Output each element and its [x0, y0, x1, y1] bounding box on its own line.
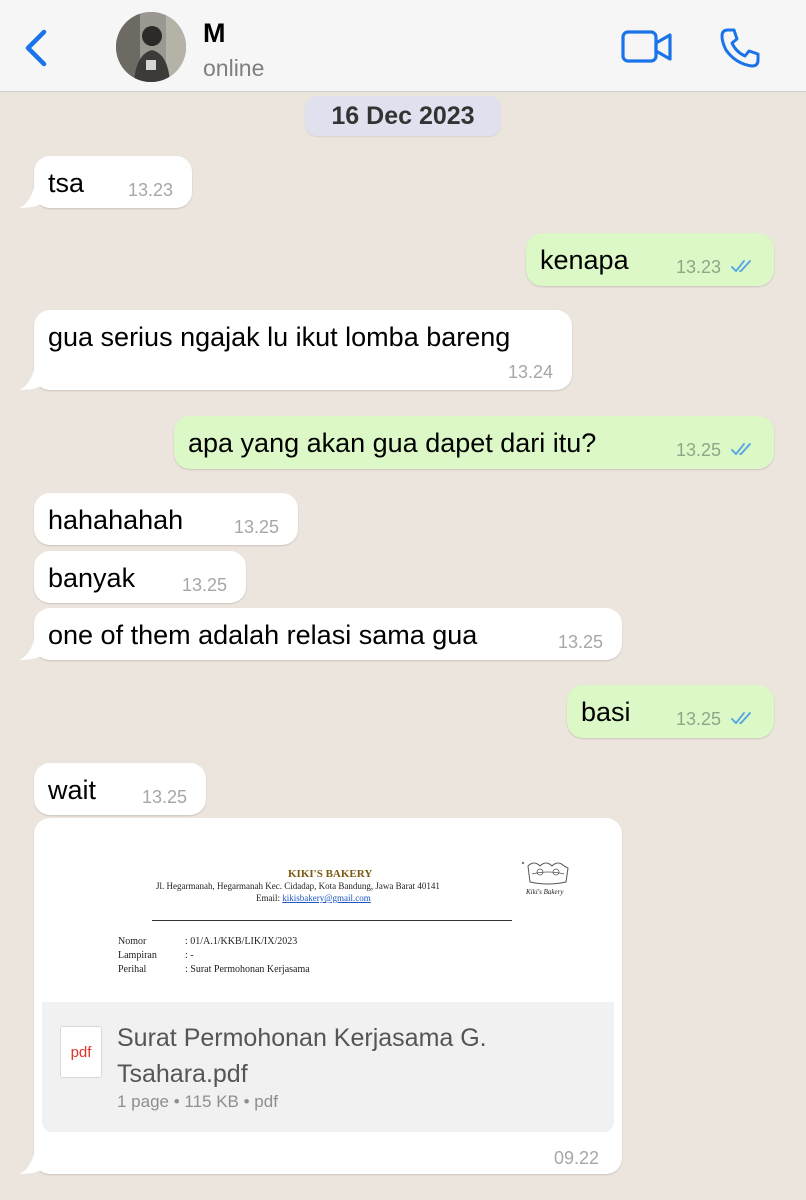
- letter-field-value: : 01/A.1/KKB/LIK/IX/2023: [185, 936, 298, 947]
- message-time: 13.24: [508, 362, 554, 382]
- message-time: 13.25: [676, 709, 722, 729]
- letter-email: kikisbakery@gmail.com: [282, 893, 371, 903]
- back-button[interactable]: [20, 26, 54, 70]
- message-time: 13.25: [234, 517, 280, 537]
- letter-address: Jl. Hegarmanah, Hegarmanah Kec. Cidadap,…: [156, 881, 440, 891]
- letter-email-label: Email:: [256, 893, 280, 903]
- pdf-file-icon: pdf: [60, 1026, 102, 1078]
- phone-icon: [720, 28, 760, 68]
- message-time: 13.23: [676, 257, 722, 277]
- message-text: tsa: [48, 168, 85, 198]
- message-text: one of them adalah relasi sama gua: [48, 620, 478, 650]
- contact-status: online: [203, 55, 265, 81]
- chevron-left-icon: [25, 29, 47, 67]
- message-time: 13.25: [558, 632, 604, 652]
- date-separator: 16 Dec 2023: [305, 96, 501, 136]
- letter-field-value: : -: [185, 950, 194, 961]
- message-text: basi: [581, 697, 631, 727]
- double-check-icon: [731, 712, 751, 725]
- message-text: hahahahah: [48, 505, 184, 535]
- contact-name[interactable]: M: [203, 18, 226, 49]
- document-file-info[interactable]: pdf Surat Permohonan Kerjasama G. Tsahar…: [42, 1002, 614, 1132]
- double-check-icon: [731, 443, 751, 456]
- voice-call-button[interactable]: [718, 26, 762, 70]
- bubble-tail: [20, 640, 42, 660]
- file-meta: 1 page • 115 KB • pdf: [117, 1092, 278, 1111]
- chat-header: M online: [0, 0, 806, 92]
- file-name: Surat Permohonan Kerjasama G. Tsahara.pd…: [117, 1024, 487, 1088]
- letter-field-value: : Surat Permohonan Kerjasama: [185, 964, 310, 975]
- double-check-icon: [731, 260, 751, 273]
- message-bubble-incoming[interactable]: hahahahah 13.25: [34, 493, 298, 545]
- message-bubble-outgoing[interactable]: basi 13.25: [567, 685, 774, 738]
- message-bubble-incoming[interactable]: banyak 13.25: [34, 551, 246, 603]
- message-bubble-outgoing[interactable]: kenapa 13.23: [526, 233, 774, 286]
- message-time: 13.25: [182, 575, 228, 595]
- message-bubble-incoming[interactable]: one of them adalah relasi sama gua 13.25: [34, 608, 622, 660]
- message-text: wait: [48, 775, 97, 805]
- message-text: gua serius ngajak lu ikut lomba bareng: [48, 322, 511, 352]
- message-time: 13.25: [142, 787, 188, 807]
- letter-field-label: Lampiran: [118, 950, 157, 961]
- message-time: 13.23: [128, 180, 174, 200]
- message-bubble-incoming[interactable]: tsa 13.23: [34, 156, 192, 208]
- video-call-button[interactable]: [620, 28, 674, 66]
- message-bubble-incoming[interactable]: gua serius ngajak lu ikut lomba bareng 1…: [34, 310, 572, 390]
- video-camera-icon: [621, 30, 672, 63]
- message-time: 09.22: [554, 1148, 600, 1168]
- letter-company: KIKI'S BAKERY: [288, 868, 373, 880]
- bubble-tail: [20, 1154, 42, 1174]
- letter-email-line: Email: kikisbakery@gmail.com: [256, 893, 371, 903]
- avatar[interactable]: [116, 12, 186, 82]
- letter-field-label: Perihal: [118, 964, 147, 975]
- message-text: kenapa: [540, 245, 629, 275]
- message-time: 13.25: [676, 440, 722, 460]
- message-bubble-outgoing[interactable]: apa yang akan gua dapet dari itu? 13.25: [174, 416, 774, 469]
- letter-field-label: Nomor: [118, 936, 147, 947]
- logo-caption: Kiki's Bakery: [526, 888, 564, 896]
- document-message-bubble[interactable]: KIKI'S BAKERY Jl. Hegarmanah, Hegarmanah…: [34, 818, 622, 1174]
- bubble-tail: [20, 188, 42, 208]
- message-bubble-incoming[interactable]: wait 13.25: [34, 763, 206, 815]
- bubble-tail: [20, 370, 42, 390]
- message-text: apa yang akan gua dapet dari itu?: [188, 428, 597, 458]
- letter-divider: [152, 920, 512, 921]
- document-preview[interactable]: KIKI'S BAKERY Jl. Hegarmanah, Hegarmanah…: [42, 826, 614, 1002]
- message-text: banyak: [48, 563, 136, 593]
